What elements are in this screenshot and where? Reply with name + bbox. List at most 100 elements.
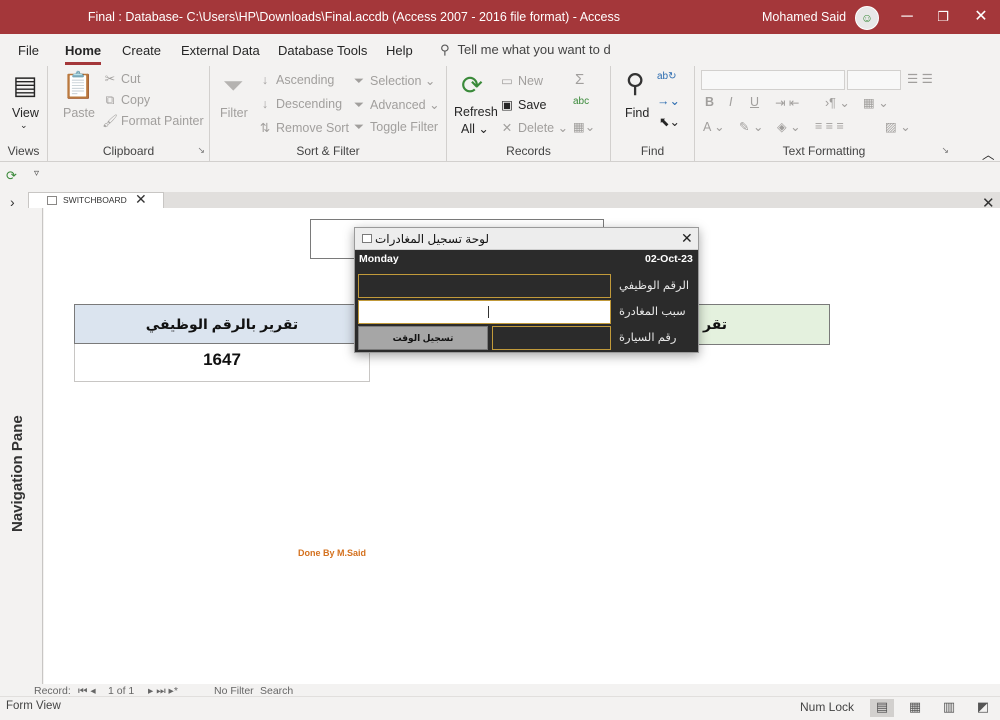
design-view-icon[interactable]: ◩	[971, 699, 995, 717]
customize-toolbar-icon[interactable]: ▿	[34, 168, 39, 179]
tab-external-data[interactable]: External Data	[181, 43, 260, 58]
tab-home[interactable]: Home	[65, 43, 102, 65]
first-record-icon[interactable]: ⏮ ◂	[78, 685, 96, 696]
group-sort-filter: ⏷ Filter ↓ Ascending ↓ Descending ⇅ Remove …	[210, 66, 447, 162]
selection-button[interactable]: ⏷ Selection ⌄	[351, 73, 435, 89]
new-record-button[interactable]: ▭ New	[499, 73, 543, 88]
window-title: Final : Database- C:\Users\HP\Downloads\…	[87, 10, 620, 24]
font-name-dropdown[interactable]	[701, 70, 845, 90]
quick-access-toolbar: ⟳ ▿	[0, 163, 1000, 189]
fill-color-icon[interactable]: ◈ ⌄	[777, 119, 801, 134]
record-position[interactable]: 1 of 1	[108, 685, 134, 696]
employee-id-field[interactable]	[358, 274, 611, 298]
highlight-icon[interactable]: ✎ ⌄	[739, 119, 763, 134]
tab-help[interactable]: Help	[386, 43, 413, 58]
tab-switchboard[interactable]: SWITCHBOARD ✕	[28, 192, 164, 208]
record-label: Record:	[34, 685, 71, 696]
report-right-header[interactable]: تقر	[680, 304, 830, 345]
alt-fill-icon[interactable]: ▨ ⌄	[885, 119, 911, 134]
collapse-ribbon-icon[interactable]: ︿	[982, 144, 995, 163]
paragraph-direction-icon[interactable]: ›¶ ⌄	[825, 95, 850, 110]
copy-button[interactable]: ⧉ Copy	[102, 93, 151, 108]
go-to-icon[interactable]: →⌄	[657, 93, 680, 108]
car-number-field[interactable]	[492, 326, 611, 350]
car-number-label: رقم السيارة	[619, 332, 677, 344]
status-bar: Form View Num Lock ▤ ▦ ▥ ◩	[0, 696, 1000, 720]
restore-button[interactable]: ❐	[931, 5, 955, 29]
remove-sort-button[interactable]: ⇅ Remove Sort	[257, 120, 349, 135]
datasheet-view-icon[interactable]: ▦	[903, 699, 927, 717]
chevron-right-icon[interactable]: ›	[10, 194, 15, 210]
num-lock-indicator: Num Lock	[800, 700, 855, 714]
dialog-launcher-icon[interactable]: ↘	[941, 145, 949, 156]
format-painter-button[interactable]: 🖌 Format Painter	[102, 114, 204, 129]
report-left-header[interactable]: تقرير بالرقم الوظيفي	[74, 304, 370, 344]
search-box[interactable]: Search	[260, 685, 293, 696]
gridlines-icon[interactable]: ▦ ⌄	[863, 95, 889, 110]
underline-button[interactable]: U	[750, 95, 759, 109]
navigation-pane[interactable]: › Navigation Pane	[0, 192, 43, 684]
font-size-dropdown[interactable]	[847, 70, 901, 90]
tell-me-search[interactable]: ⚲ Tell me what you want to d	[440, 42, 611, 58]
scissors-icon: ✂	[104, 72, 116, 86]
ribbon-tabs: File Home Create External Data Database …	[0, 34, 1000, 66]
font-color-icon[interactable]: A ⌄	[703, 119, 725, 134]
more-records-icon[interactable]: ▦⌄	[573, 119, 595, 134]
advanced-button[interactable]: ⏷ Advanced ⌄	[351, 97, 440, 113]
no-filter-button[interactable]: No Filter	[214, 685, 254, 696]
tell-me-text: Tell me what you want to d	[457, 42, 611, 57]
select-icon[interactable]: ⬉⌄	[659, 114, 680, 129]
align-icons[interactable]: ≡ ≡ ≡	[815, 119, 844, 133]
minimize-button[interactable]: ─	[895, 5, 919, 29]
tab-create[interactable]: Create	[122, 43, 161, 58]
record-time-button[interactable]: تسجيل الوقت	[358, 326, 488, 350]
totals-icon[interactable]: Σ	[575, 71, 584, 88]
report-by-employee-id[interactable]: تقرير بالرقم الوظيفي 1647	[74, 304, 370, 382]
report-left-value: 1647	[74, 344, 370, 382]
indent-icon[interactable]: ⇥ ⇤	[775, 95, 799, 110]
user-name[interactable]: Mohamed Said	[762, 10, 846, 24]
form-view-icon[interactable]: ▤	[870, 699, 894, 717]
save-icon: ▣	[501, 98, 513, 112]
paste-button[interactable]: Paste	[63, 106, 95, 120]
view-button[interactable]: View	[12, 106, 39, 120]
remove-sort-icon: ⇅	[259, 121, 271, 135]
close-window-button[interactable]: ✕	[969, 5, 993, 29]
group-label-clipboard: Clipboard	[102, 144, 155, 158]
ascending-button[interactable]: ↓ Ascending	[257, 73, 335, 87]
employee-id-label: الرقم الوظيفي	[619, 280, 690, 292]
group-text-formatting: ☰ ☰ B I U ⇥ ⇤ ›¶ ⌄ ▦ ⌄ A ⌄ ✎ ⌄ ◈ ⌄ ≡ ≡ ≡…	[695, 66, 953, 162]
bullets-icon[interactable]: ☰ ☰	[907, 71, 933, 86]
dialog-launcher-icon[interactable]: ↘	[197, 145, 205, 156]
descending-button[interactable]: ↓ Descending	[257, 97, 342, 111]
tab-switchboard-label: SWITCHBOARD	[63, 195, 127, 205]
tab-database-tools[interactable]: Database Tools	[278, 43, 367, 58]
replace-icon[interactable]: ab↻	[657, 71, 677, 82]
avatar[interactable]: ☺	[855, 6, 879, 30]
save-button[interactable]: ▣ Save	[499, 97, 546, 112]
departure-reason-label: سبب المغادرة	[619, 306, 686, 318]
spelling-icon[interactable]: abc	[573, 96, 589, 107]
close-tab-icon[interactable]: ✕	[135, 192, 147, 207]
italic-button[interactable]: I	[729, 95, 732, 109]
bold-button[interactable]: B	[705, 95, 714, 109]
navigation-pane-label[interactable]: Navigation Pane	[9, 402, 26, 532]
refresh-all-button[interactable]: Refresh	[454, 105, 498, 119]
form-icon	[47, 196, 57, 205]
chevron-down-icon[interactable]: ⌄	[20, 120, 28, 131]
departure-reason-field[interactable]	[358, 300, 611, 324]
search-icon: ⚲	[440, 42, 450, 57]
cut-button[interactable]: ✂ Cut	[102, 71, 141, 86]
layout-view-icon[interactable]: ▥	[937, 699, 961, 717]
filter-button[interactable]: Filter	[220, 106, 248, 120]
next-record-icon[interactable]: ▸ ⏭ ▸*	[148, 685, 178, 696]
find-button[interactable]: Find	[625, 106, 649, 120]
tab-file[interactable]: File	[18, 43, 39, 58]
ribbon: ▤ View ⌄ Views 📋 Paste ✂ Cut ⧉ Copy 🖌 Forma…	[0, 66, 1000, 162]
advanced-filter-icon: ⏷	[353, 98, 364, 112]
delete-button[interactable]: ✕ Delete ⌄	[499, 120, 568, 135]
toggle-filter-button[interactable]: ⏷ Toggle Filter	[351, 120, 438, 135]
close-popup-icon[interactable]: ✕	[681, 230, 693, 247]
undo-refresh-icon[interactable]: ⟳	[6, 168, 17, 184]
sort-descending-icon: ↓	[261, 97, 269, 111]
